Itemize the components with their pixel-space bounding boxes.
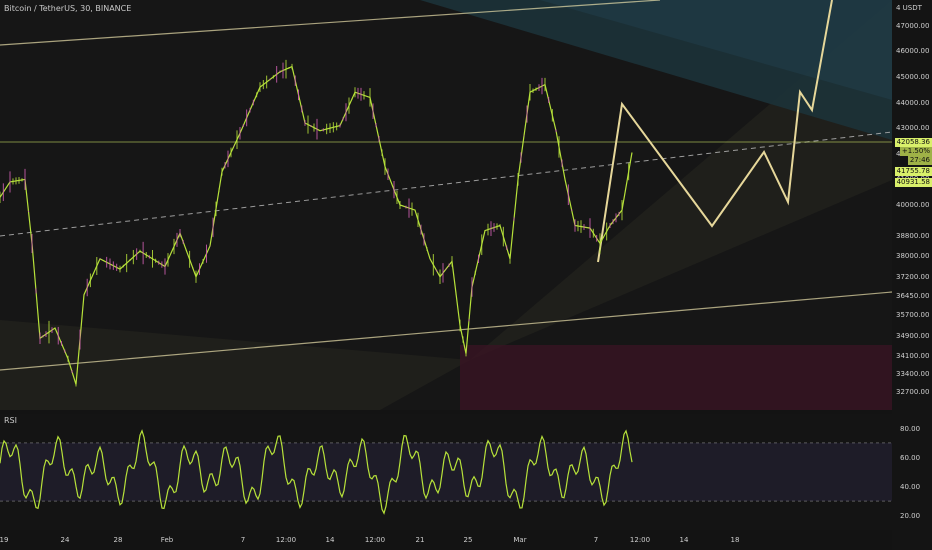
price-tick-label: 38000.00	[896, 252, 930, 261]
price-tick-label: 47000.00	[896, 21, 930, 30]
price-tag: 42058.36	[894, 138, 932, 147]
time-tick-label: 19	[0, 536, 9, 544]
price-tag: 27:46	[907, 156, 932, 165]
price-tick-label: 38800.00	[896, 231, 930, 240]
time-tick-label: 12:00	[629, 536, 651, 544]
price-tick-label: 34100.00	[896, 352, 930, 361]
price-tick-label: 34900.00	[896, 331, 930, 340]
price-tick-label: 46000.00	[896, 47, 930, 56]
time-tick-label: 12:00	[275, 536, 297, 544]
time-tick-label: 28	[113, 536, 123, 544]
price-tick-label: 36450.00	[896, 291, 930, 300]
chart-svg[interactable]	[0, 0, 932, 550]
chart-title: Bitcoin / TetherUS, 30, BINANCE	[4, 4, 132, 13]
time-tick-label: 7	[240, 536, 246, 544]
price-tick-label: 35700.00	[896, 311, 930, 320]
price-tick-label: 37200.00	[896, 272, 930, 281]
price-tick-label: 32700.00	[896, 388, 930, 397]
rsi-tick-label: 40.00	[900, 482, 921, 491]
price-tag: +1.50%	[899, 147, 932, 156]
time-tick-label: 18	[730, 536, 740, 544]
rsi-label: RSI	[4, 416, 17, 425]
time-tick-label: 24	[60, 536, 70, 544]
time-tick-label: 14	[325, 536, 335, 544]
time-tick-label: 7	[593, 536, 599, 544]
time-tick-label: 25	[463, 536, 473, 544]
maroon-zone	[460, 345, 892, 410]
time-tick-label: Feb	[160, 536, 174, 544]
time-tick-label: 12:00	[364, 536, 386, 544]
rsi-tick-label: 60.00	[900, 453, 921, 462]
price-tick-label: 43000.00	[896, 124, 930, 133]
price-tick-label: 33400.00	[896, 370, 930, 379]
price-tick-label: 44000.00	[896, 98, 930, 107]
time-tick-label: 14	[679, 536, 689, 544]
price-axis-currency: 4 USDT	[896, 4, 922, 12]
price-tag: 40931.58	[894, 178, 932, 187]
rsi-tick-label: 20.00	[900, 511, 921, 520]
chart-stage: Bitcoin / TetherUS, 30, BINANCE RSI 3270…	[0, 0, 932, 550]
price-tick-label: 40000.00	[896, 201, 930, 209]
price-tag: 41755.78	[894, 167, 932, 176]
time-tick-label: Mar	[513, 536, 527, 544]
price-tick-label: 45000.00	[896, 72, 930, 81]
rsi-tick-label: 80.00	[900, 424, 921, 433]
time-tick-label: 21	[415, 536, 425, 544]
